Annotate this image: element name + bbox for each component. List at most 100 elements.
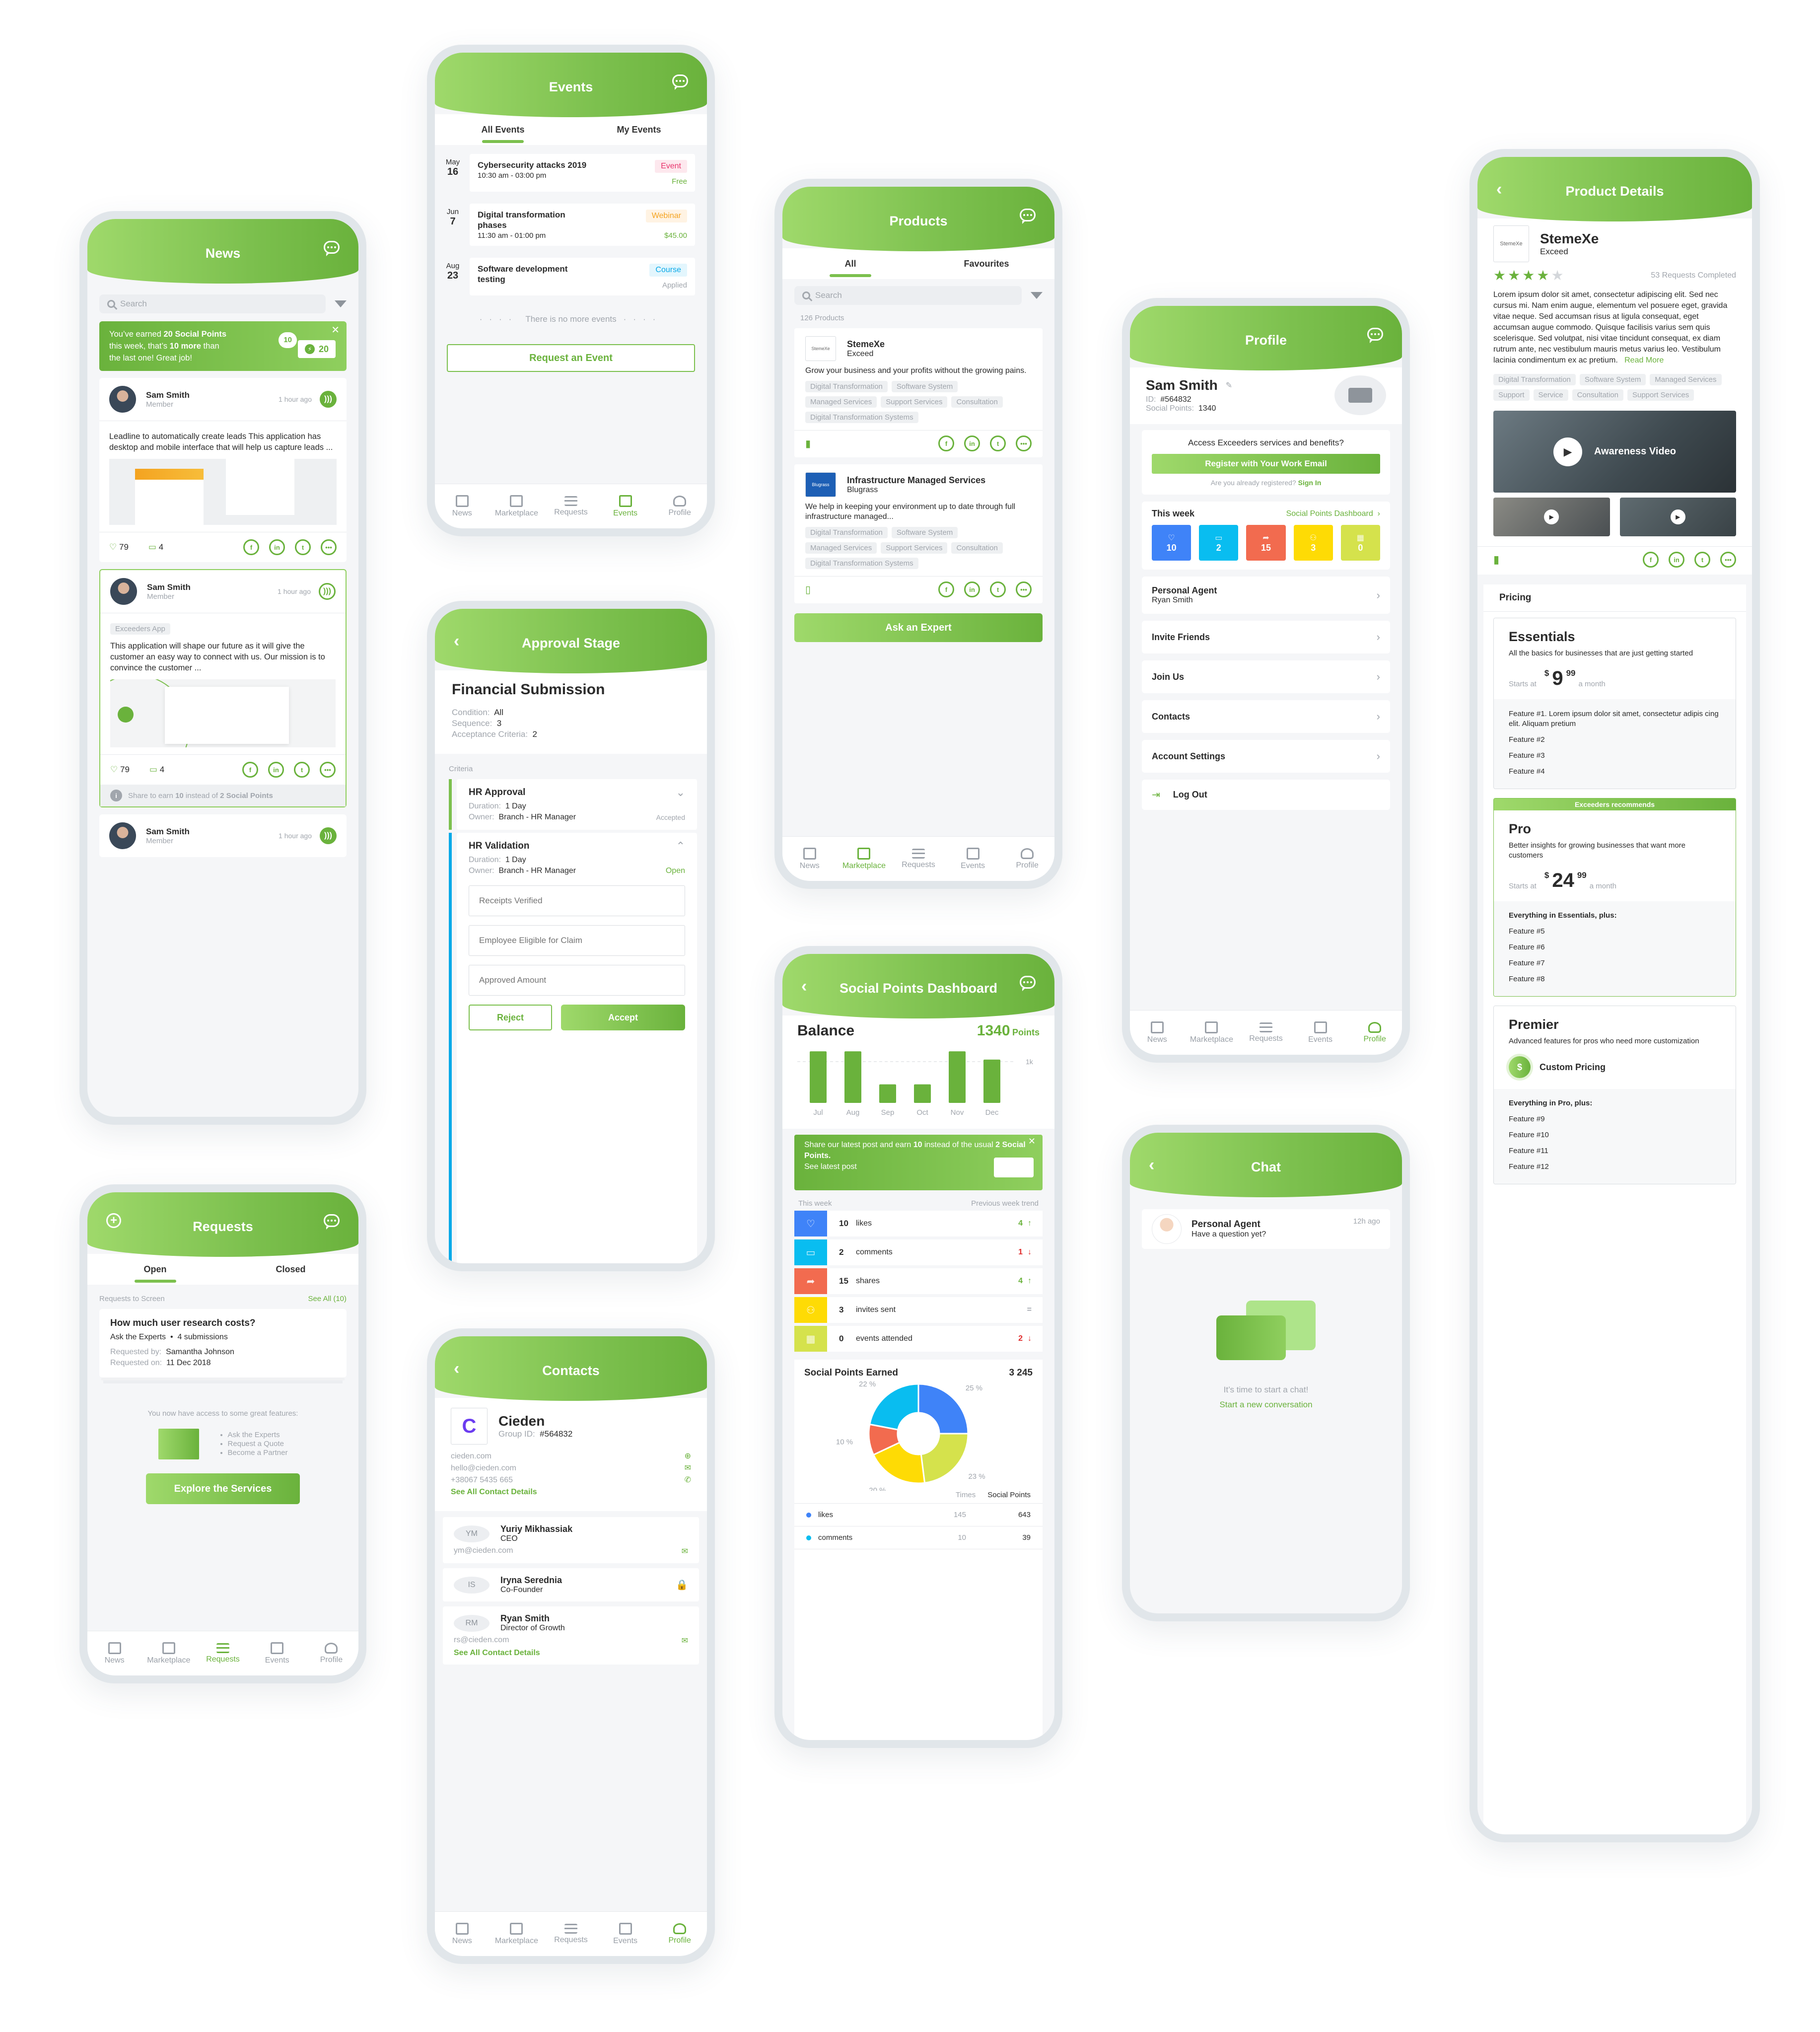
stat-tile[interactable]: ♡ 10 (1152, 525, 1191, 561)
stat-tile[interactable]: ▦ 0 (1340, 525, 1381, 561)
play-icon[interactable]: ▶ (1553, 437, 1583, 466)
mail-icon[interactable]: ✉ (682, 1636, 688, 1646)
plan-card-pro[interactable]: Exceeders recommends Pro Better insights f… (1493, 798, 1736, 997)
more-icon[interactable]: ••• (1016, 581, 1032, 597)
nav-events[interactable]: Events (1293, 1011, 1348, 1055)
see-all-contact-details-link[interactable]: See All Contact Details (454, 1649, 688, 1658)
tag-chip[interactable]: Digital Transformation (805, 527, 888, 538)
contact-email[interactable]: rs@cieden.com (454, 1636, 509, 1646)
post-image[interactable] (110, 679, 336, 747)
event-row[interactable]: Aug 23 Software development testing Course A… (443, 258, 695, 295)
event-card[interactable]: Digital transformation phases 11:30 am - … (470, 204, 695, 246)
post-card[interactable]: Sam Smith Member 1 hour ago))) Exceeders … (99, 569, 347, 807)
tag-chip[interactable]: Software System (891, 381, 958, 392)
nav-marketplace[interactable]: Marketplace (837, 837, 892, 881)
facebook-icon[interactable]: f (243, 539, 259, 555)
chevron-down-icon[interactable]: ⌄ (676, 786, 685, 799)
bookmark-icon[interactable]: ▮ (1493, 553, 1499, 566)
like-button[interactable]: ♡ 79 (109, 542, 129, 552)
comment-button[interactable]: ▭ 4 (149, 765, 164, 775)
nav-requests[interactable]: Requests (544, 1912, 598, 1956)
tab-closed[interactable]: Closed (223, 1254, 358, 1285)
chevron-up-icon[interactable]: ⌃ (676, 840, 685, 853)
tag-chip[interactable]: Support (1493, 389, 1530, 401)
tag-chip[interactable]: Software System (891, 527, 958, 538)
chat-icon[interactable] (324, 241, 340, 256)
event-card[interactable]: Software development testing Course Applie… (470, 258, 695, 295)
nav-profile[interactable]: Profile (652, 484, 707, 528)
tag-chip[interactable]: Digital Transformation Systems (805, 558, 918, 569)
tag-chip[interactable]: Digital Transformation Systems (805, 412, 918, 423)
chat-icon[interactable] (324, 1214, 340, 1230)
company-email[interactable]: hello@cieden.com (451, 1462, 516, 1474)
start-conversation-link[interactable]: Start a new conversation (1130, 1400, 1402, 1410)
see-all-contact-details-link[interactable]: See All Contact Details (451, 1486, 691, 1498)
register-button[interactable]: Register with Your Work Email (1152, 454, 1380, 474)
conversation-item[interactable]: Personal Agent Have a question yet? 12h a… (1142, 1209, 1390, 1249)
event-card[interactable]: Cybersecurity attacks 2019 10:30 am - 03:… (470, 154, 695, 192)
chat-icon[interactable] (1020, 976, 1036, 991)
bookmark-filled-icon[interactable]: ▮ (805, 437, 811, 450)
tab-all[interactable]: All (782, 248, 918, 279)
nav-profile[interactable]: Profile (1347, 1011, 1402, 1055)
rss-icon[interactable]: ))) (319, 583, 336, 600)
post-card[interactable]: Sam Smith Member 1 hour ago))) Leadline t… (99, 378, 347, 562)
post-card[interactable]: Sam Smith Member 1 hour ago))) (99, 814, 347, 857)
contact-card[interactable]: YM Yuriy Mikhassiak CEO ym@cieden.com ✉ (443, 1517, 699, 1563)
tag-chip[interactable]: Digital Transformation (1493, 374, 1576, 385)
facebook-icon[interactable]: f (938, 435, 954, 451)
more-icon[interactable]: ••• (320, 762, 336, 778)
receipts-verified-input[interactable] (469, 885, 685, 916)
chat-icon[interactable] (1367, 328, 1383, 343)
comment-button[interactable]: ▭ 4 (148, 542, 163, 552)
more-icon[interactable]: ••• (1720, 552, 1736, 568)
stat-tile[interactable]: ➦ 15 (1246, 525, 1286, 561)
nav-profile[interactable]: Profile (1000, 837, 1054, 881)
linkedin-icon[interactable]: in (964, 435, 980, 451)
stat-tile[interactable]: ⚇ 3 (1293, 525, 1333, 561)
rss-icon[interactable]: ))) (320, 391, 337, 408)
reject-button[interactable]: Reject (469, 1005, 552, 1030)
close-icon[interactable]: ✕ (1028, 1136, 1036, 1147)
facebook-icon[interactable]: f (242, 762, 258, 778)
menu-item-join-us[interactable]: Join Us › (1142, 660, 1390, 693)
tag-chip[interactable]: Consultation (951, 542, 1003, 554)
plan-card-essentials[interactable]: Essentials All the basics for businesses … (1493, 618, 1736, 789)
nav-events[interactable]: Events (598, 1912, 653, 1956)
tag-chip[interactable]: Support Services (881, 396, 948, 408)
company-website[interactable]: cieden.com (451, 1451, 491, 1462)
globe-icon[interactable]: ⊕ (685, 1451, 691, 1462)
chat-icon[interactable] (1020, 209, 1036, 224)
like-button[interactable]: ♡ 79 (110, 765, 130, 775)
product-card[interactable]: Blugrass Infrastructure Managed Services B… (794, 464, 1043, 603)
twitter-icon[interactable]: t (294, 762, 310, 778)
facebook-icon[interactable]: f (1643, 552, 1659, 568)
tab-favourites[interactable]: Favourites (918, 248, 1054, 279)
filter-icon[interactable] (1031, 292, 1043, 299)
nav-marketplace[interactable]: Marketplace (1185, 1011, 1239, 1055)
tag-chip[interactable]: Software System (1579, 374, 1646, 385)
read-more-link[interactable]: Read More (1624, 356, 1664, 364)
video-thumb[interactable]: ▶ (1619, 498, 1736, 536)
linkedin-icon[interactable]: in (1669, 552, 1684, 568)
logout-item[interactable]: ⇥ Log Out (1142, 780, 1390, 810)
menu-item-account-settings[interactable]: Account Settings › (1142, 740, 1390, 773)
twitter-icon[interactable]: t (990, 581, 1006, 597)
phone-icon[interactable]: ✆ (685, 1474, 691, 1486)
nav-requests[interactable]: Requests (1239, 1011, 1293, 1055)
tab-open[interactable]: Open (87, 1254, 223, 1285)
search-input[interactable]: Search (99, 294, 326, 313)
product-card[interactable]: StemeXe StemeXe Exceed Grow your business a… (794, 328, 1043, 457)
bookmark-icon[interactable]: ▯ (805, 583, 811, 596)
facebook-icon[interactable]: f (938, 581, 954, 597)
tag-chip[interactable]: Service (1533, 389, 1568, 401)
nav-events[interactable]: Events (598, 484, 653, 528)
tag-chip[interactable]: Managed Services (805, 542, 877, 554)
request-card[interactable]: How much user research costs? Ask the Ex… (99, 1309, 347, 1378)
stat-tile[interactable]: ▭ 2 (1199, 525, 1239, 561)
dashboard-link[interactable]: Social Points Dashboard › (1286, 509, 1380, 518)
contact-card[interactable]: IS Iryna Serednia Co-Founder 🔒 (443, 1568, 699, 1601)
nav-requests[interactable]: Requests (891, 837, 946, 881)
contact-card[interactable]: RM Ryan Smith Director of Growth rs@cieden.… (443, 1606, 699, 1665)
nav-marketplace[interactable]: Marketplace (141, 1631, 196, 1675)
